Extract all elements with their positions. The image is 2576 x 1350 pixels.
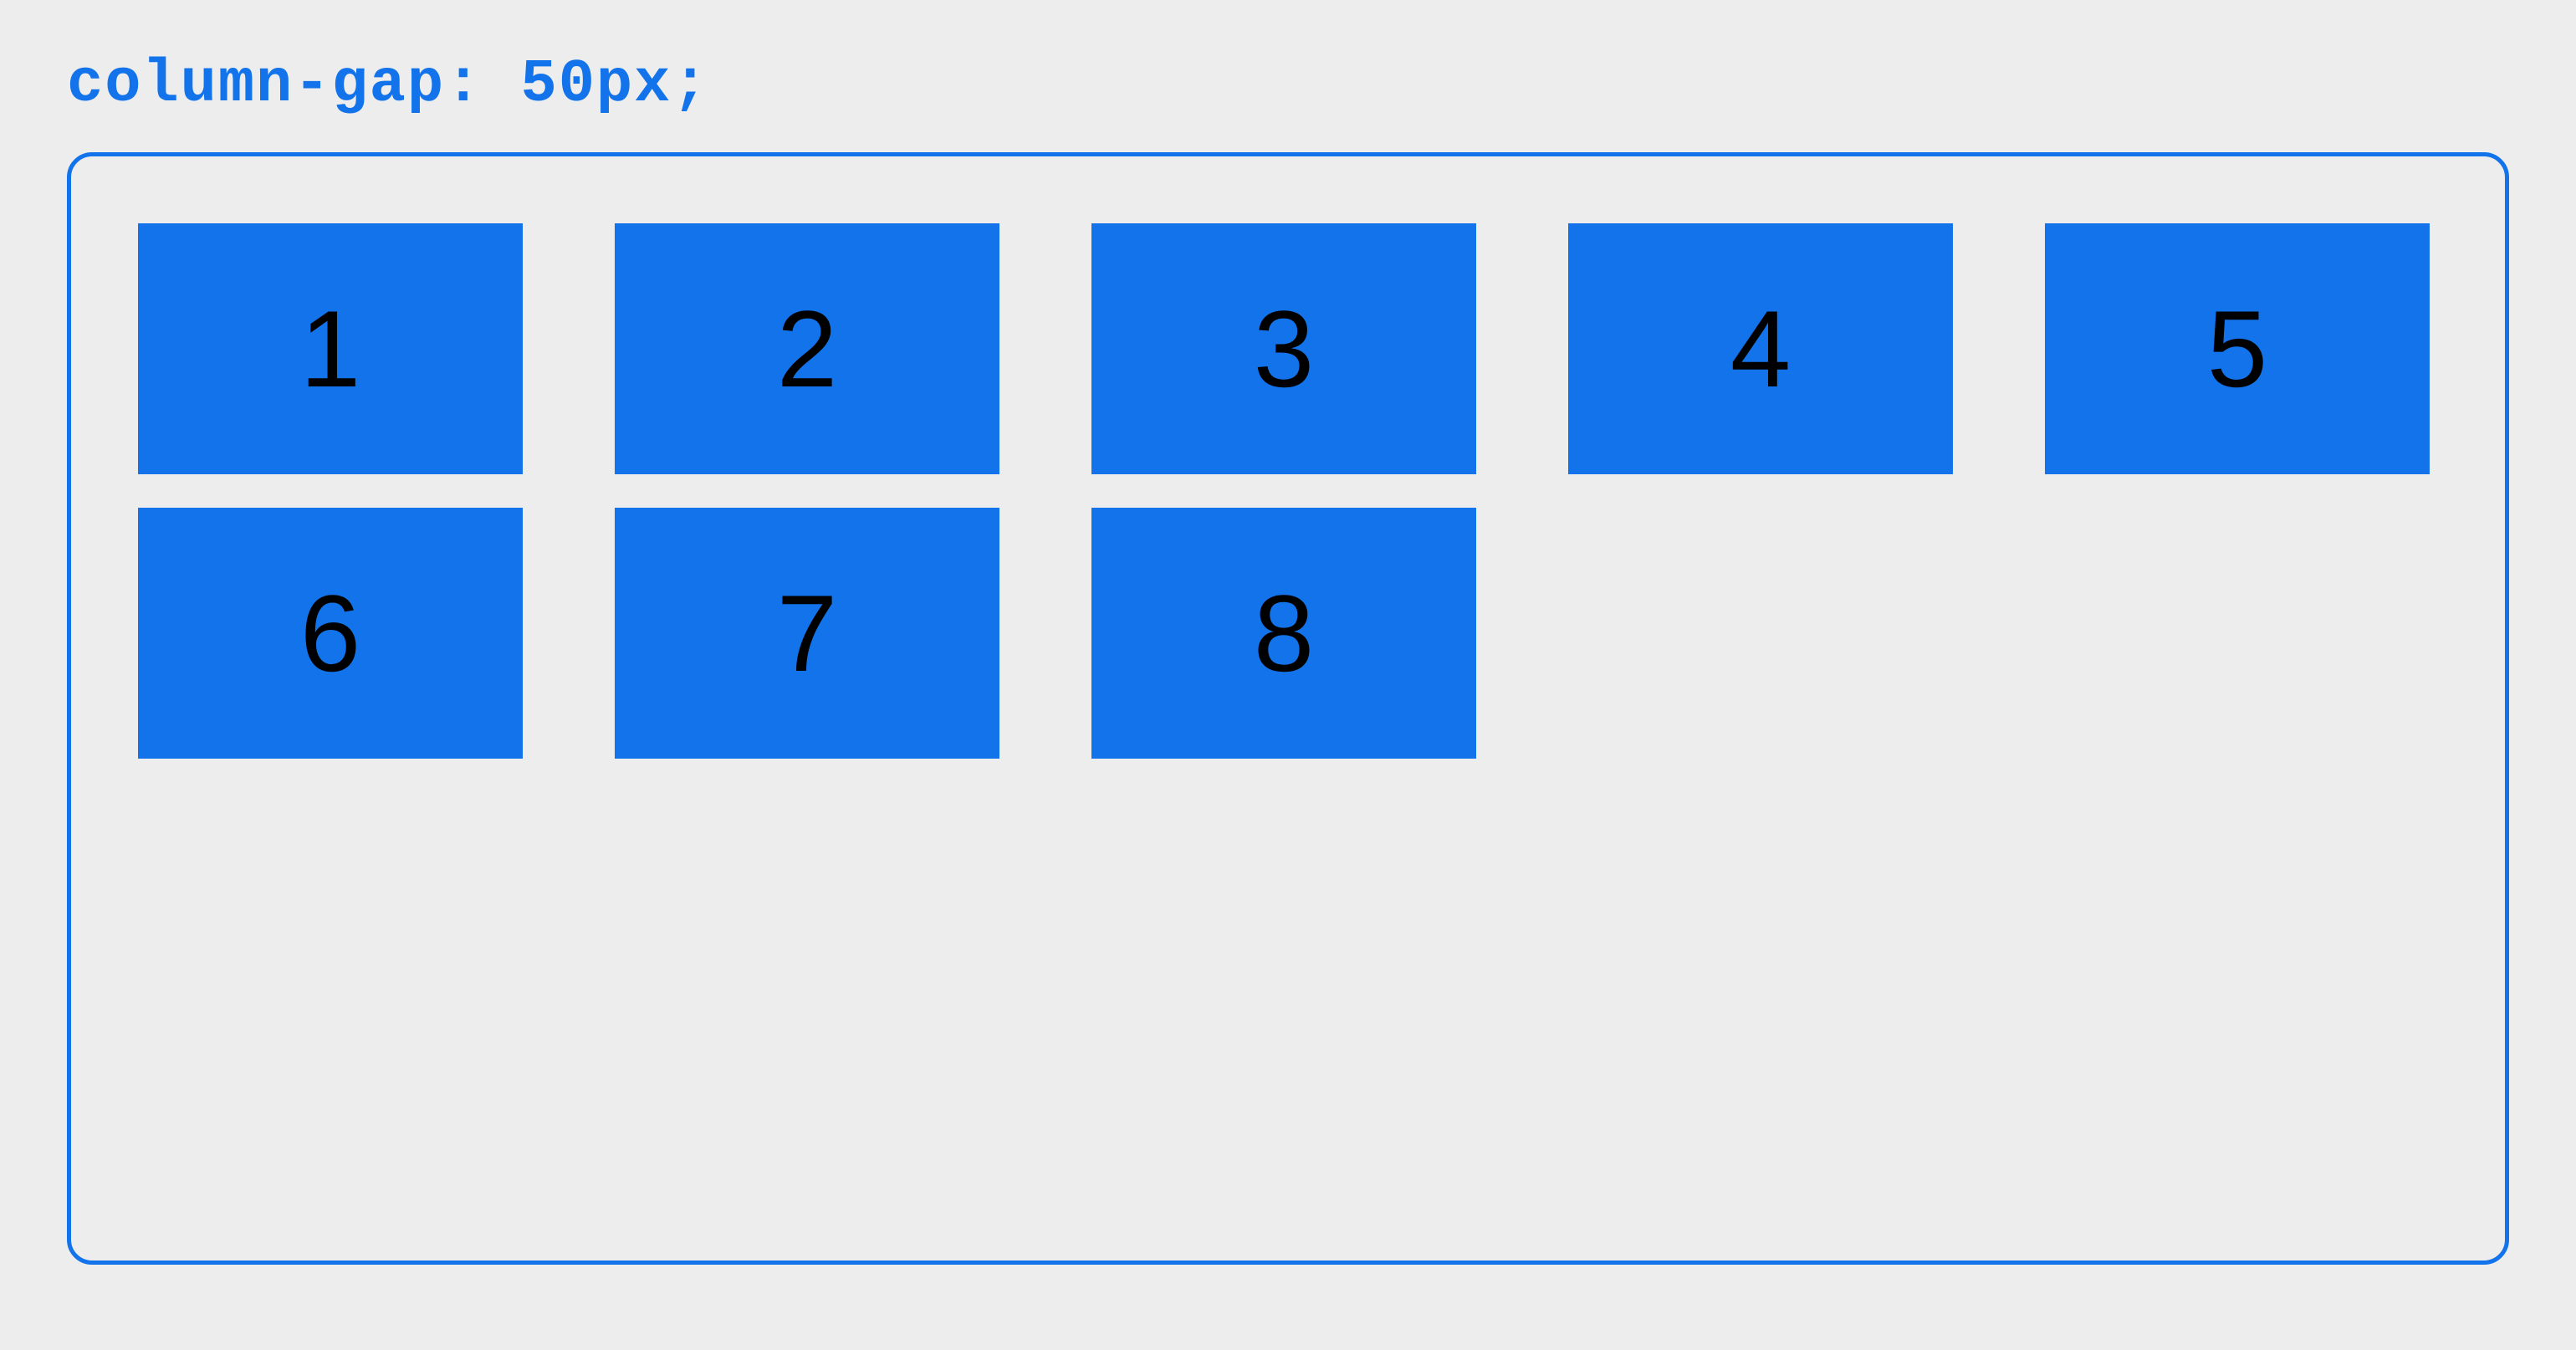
grid-container: 1 2 3 4 5 6 7 8	[67, 152, 2509, 1265]
grid: 1 2 3 4 5 6 7 8	[138, 223, 2438, 759]
grid-cell: 7	[615, 508, 999, 759]
grid-cell: 6	[138, 508, 523, 759]
grid-cell: 8	[1091, 508, 1476, 759]
grid-cell: 2	[615, 223, 999, 474]
grid-cell: 5	[2045, 223, 2430, 474]
grid-cell: 3	[1091, 223, 1476, 474]
grid-cell: 1	[138, 223, 523, 474]
grid-cell: 4	[1568, 223, 1953, 474]
css-property-title: column-gap: 50px;	[67, 50, 2509, 119]
